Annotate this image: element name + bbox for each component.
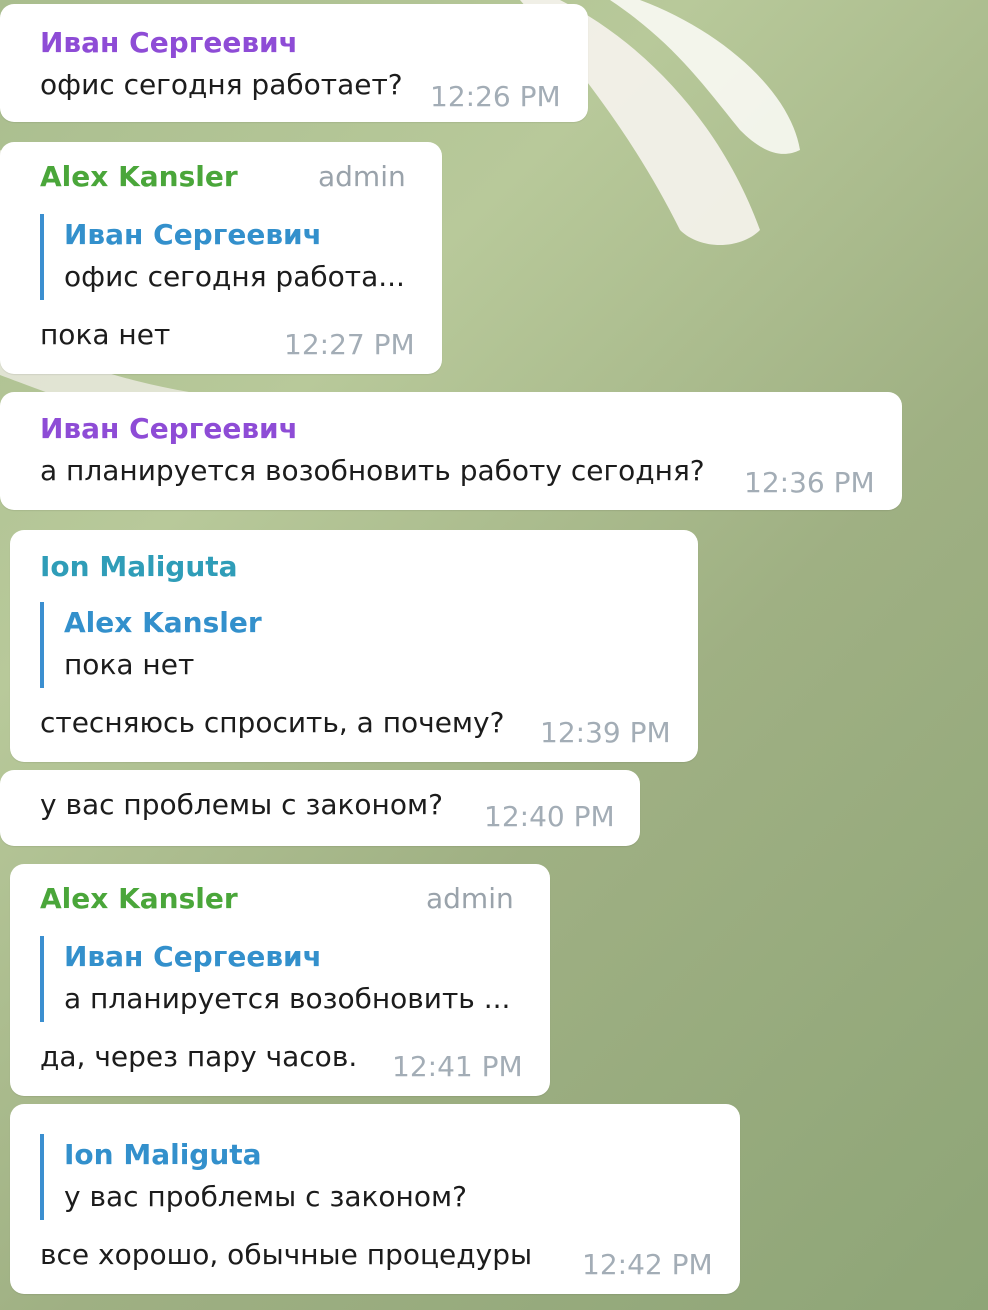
sender-name[interactable]: Иван Сергеевич <box>40 26 298 59</box>
reply-text: офис сегодня работа... <box>64 260 405 293</box>
message-text: а планируется возобновить работу сегодня… <box>40 454 705 487</box>
message-text: стесняюсь спросить, а почему? <box>40 706 505 739</box>
message-bubble[interactable]: у вас проблемы с законом? 12:40 PM <box>0 770 640 846</box>
message-time: 12:41 PM <box>392 1050 523 1083</box>
sender-name[interactable]: Иван Сергеевич <box>40 412 298 445</box>
message-bubble[interactable]: Иван Сергеевич а планируется возобновить… <box>0 392 902 510</box>
message-bubble[interactable]: Ion Maliguta Alex Kansler пока нет стесн… <box>10 530 698 762</box>
reply-quote[interactable]: Ion Maliguta у вас проблемы с законом? <box>40 1134 467 1220</box>
admin-badge: admin <box>426 882 514 915</box>
reply-sender-name: Alex Kansler <box>64 606 262 639</box>
reply-quote[interactable]: Иван Сергеевич офис сегодня работа... <box>40 214 405 300</box>
message-bubble[interactable]: Alex Kansler admin Иван Сергеевич а план… <box>10 864 550 1096</box>
reply-sender-name: Иван Сергеевич <box>64 940 322 973</box>
sender-name[interactable]: Alex Kansler <box>40 160 238 193</box>
sender-name[interactable]: Alex Kansler <box>40 882 238 915</box>
reply-text: у вас проблемы с законом? <box>64 1180 467 1213</box>
reply-quote[interactable]: Иван Сергеевич а планируется возобновить… <box>40 936 510 1022</box>
message-bubble[interactable]: Ion Maliguta у вас проблемы с законом? в… <box>10 1104 740 1294</box>
reply-sender-name: Иван Сергеевич <box>64 218 322 251</box>
reply-quote[interactable]: Alex Kansler пока нет <box>40 602 262 688</box>
message-time: 12:42 PM <box>582 1248 713 1281</box>
reply-text: а планируется возобновить ... <box>64 982 511 1015</box>
message-bubble[interactable]: Alex Kansler admin Иван Сергеевич офис с… <box>0 142 442 374</box>
reply-sender-name: Ion Maliguta <box>64 1138 262 1171</box>
admin-badge: admin <box>318 160 406 193</box>
message-text: все хорошо, обычные процедуры <box>40 1238 533 1271</box>
message-time: 12:40 PM <box>484 800 615 833</box>
message-text: у вас проблемы с законом? <box>40 788 443 821</box>
sender-name[interactable]: Ion Maliguta <box>40 550 238 583</box>
message-time: 12:36 PM <box>744 466 875 499</box>
message-time: 12:27 PM <box>284 328 415 361</box>
message-time: 12:39 PM <box>540 716 671 749</box>
message-text: офис сегодня работает? <box>40 68 403 101</box>
message-time: 12:26 PM <box>430 80 561 113</box>
reply-text: пока нет <box>64 648 195 681</box>
message-text: пока нет <box>40 318 171 351</box>
message-text: да, через пару часов. <box>40 1040 358 1073</box>
message-bubble[interactable]: Иван Сергеевич офис сегодня работает? 12… <box>0 4 588 122</box>
